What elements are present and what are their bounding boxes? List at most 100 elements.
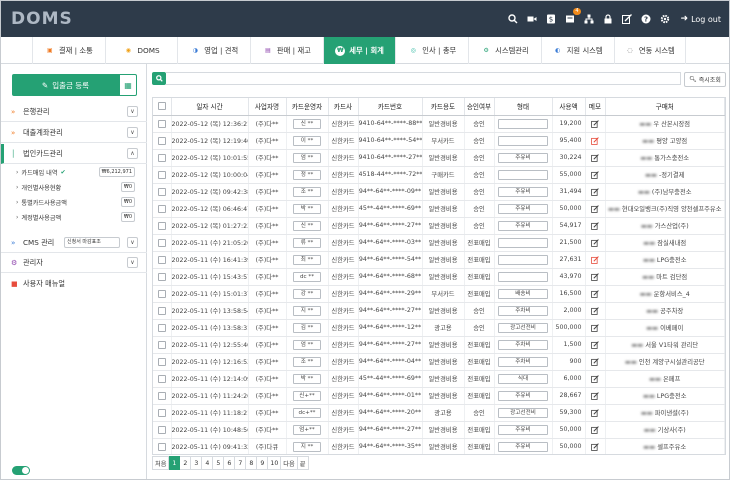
settings-icon[interactable] [660,14,670,24]
memo-edit-icon[interactable] [591,119,599,128]
menu-tab-accounting[interactable]: ₩ 세무 | 회계 [322,37,396,64]
type-field[interactable] [498,169,548,180]
type-field[interactable]: 주유비 [498,186,548,197]
column-header[interactable]: 메모 [585,98,606,116]
card-user-field[interactable]: 신 ** [293,220,321,231]
table-row[interactable]: 2022-05-12 (목) 10:00:04 (주)다** 정 ** 신한카드 451… [153,166,725,184]
page-button[interactable]: 3 [191,456,203,470]
row-checkbox[interactable] [157,442,166,451]
row-select-cell[interactable] [153,370,172,388]
column-header[interactable]: 사업자명 [248,98,287,116]
row-select-cell[interactable] [153,115,172,133]
type-field[interactable]: 주유비 [498,390,548,401]
type-field[interactable] [498,118,548,129]
column-header[interactable]: 사용액 [552,98,586,116]
card-user-field[interactable]: 신 ** [293,118,321,129]
type-field[interactable]: 주차비 [498,356,548,367]
row-select-cell[interactable] [153,404,172,422]
sidebar-item-account-amount[interactable]: › 계정별사용금액 ₩0 [1,210,147,224]
card-user-field[interactable]: 엄 ** [293,152,321,163]
search-bar[interactable] [166,72,681,85]
chevron-down-icon[interactable]: ∨ [127,106,138,117]
table-row[interactable]: 2022-05-11 (수) 16:41:39 (주)다** 최 ** 신한카드 94*… [153,251,725,269]
sidebar-group-cms[interactable]: » CMS 관리 신청서 마감표조 ∨ [1,233,147,253]
row-checkbox[interactable] [157,255,166,264]
table-row[interactable]: 2022-05-11 (수) 21:05:20 (주)다** 류 ** 신한카드 94*… [153,234,725,252]
card-user-field[interactable]: 엄 ** [293,339,321,350]
row-select-cell[interactable] [153,234,172,252]
org-chart-icon[interactable] [584,14,594,24]
type-field[interactable]: 주유비 [498,424,548,435]
dollar-icon[interactable]: $ [546,14,556,24]
page-next-button[interactable]: 다음 [281,456,298,470]
row-checkbox[interactable] [157,153,166,162]
sidebar-group-card[interactable]: │ 법인카드관리 ∧ [1,144,147,164]
chevron-down-icon[interactable]: ∨ [127,257,138,268]
row-checkbox[interactable] [157,187,166,196]
row-select-cell[interactable] [153,353,172,371]
row-checkbox[interactable] [157,340,166,349]
page-button[interactable]: 9 [257,456,269,470]
sidebar-item-manual[interactable]: ■ 사용자 매뉴얼 [1,274,147,294]
row-checkbox[interactable] [157,204,166,213]
memo-edit-icon[interactable] [591,136,599,145]
table-row[interactable]: 2022-05-11 (수) 09:41:32 (주)다큐 지 ** 신한카드 94**… [153,438,725,454]
memo-edit-icon[interactable] [591,442,599,451]
memo-edit-icon[interactable] [591,187,599,196]
sidebar-group-bank[interactable]: » 은행관리 ∨ [1,102,147,122]
row-select-cell[interactable] [153,268,172,286]
memo-edit-icon[interactable] [591,272,599,281]
sidebar-group-admin[interactable]: ⚙ 관리자 ∨ [1,253,147,273]
sidebar-item-card-amount[interactable]: › 통별카드사용금액 ₩0 [1,195,147,209]
table-row[interactable]: 2022-05-11 (수) 12:55:40 (주)다** 엄 ** 신한카드 94*… [153,336,725,354]
notification-icon[interactable]: 4 [565,8,581,24]
card-user-field[interactable]: 지 ** [293,441,321,452]
menu-tab-integration[interactable]: ◌ 연동 시스템 [613,37,687,64]
type-field[interactable]: 주유비 [498,220,548,231]
card-user-field[interactable]: 신+** [293,390,321,401]
help-icon[interactable]: ? [641,14,651,24]
page-button[interactable]: 7 [235,456,247,470]
memo-edit-icon[interactable] [591,425,599,434]
memo-edit-icon[interactable] [591,153,599,162]
chevron-down-icon[interactable]: ∨ [127,237,138,248]
row-checkbox[interactable] [157,357,166,366]
video-icon[interactable] [527,14,537,24]
row-checkbox[interactable] [157,136,166,145]
menu-tab-sales[interactable]: ◑ 영업 | 견적 [177,37,250,64]
memo-edit-icon[interactable] [591,391,599,400]
row-select-cell[interactable] [153,166,172,184]
search-icon[interactable] [507,14,518,24]
sidebar-item-personal-usage[interactable]: › 개인별사용현황 ₩0 [1,180,147,194]
logout-button[interactable]: ➜ Log out [681,14,721,24]
memo-edit-icon[interactable] [591,255,599,264]
menu-tab-hr[interactable]: ◎ 인사 | 총무 [395,37,468,64]
page-button[interactable]: 2 [180,456,192,470]
row-select-cell[interactable] [153,251,172,269]
row-select-cell[interactable] [153,200,172,218]
sidebar-group-loan[interactable]: » 대출계좌관리 ∨ [1,123,147,143]
column-header[interactable]: 카드운영자 [286,98,329,116]
memo-edit-icon[interactable] [591,289,599,298]
quick-search-button[interactable]: 🔍︎ 즉시조회 [684,72,726,87]
menu-tab-inventory[interactable]: ▤ 판매 | 재고 [250,37,323,64]
sidebar-item-card-purchase[interactable]: › 카드매입 내역 ✔ ₩6,212,971 [1,165,147,179]
card-user-field[interactable]: 류 ** [293,237,321,248]
row-select-cell[interactable] [153,285,172,303]
type-field[interactable]: 주유비 [498,441,548,452]
row-checkbox[interactable] [157,221,166,230]
table-row[interactable]: 2022-05-11 (수) 10:48:56 (주)다** 엄+** 신한카드 94*… [153,421,725,439]
page-button[interactable]: 4 [202,456,214,470]
row-select-cell[interactable] [153,387,172,405]
page-button[interactable]: 10 [268,456,282,470]
card-user-field[interactable]: 강 ** [293,288,321,299]
column-header[interactable]: 카드번호 [358,98,423,116]
card-user-field[interactable]: 김 ** [293,322,321,333]
card-user-field[interactable]: 조 ** [293,356,321,367]
type-field[interactable]: 광고선전비 [498,407,548,418]
type-field[interactable]: 식대 [498,373,548,384]
row-checkbox[interactable] [157,374,166,383]
page-button[interactable]: 6 [224,456,236,470]
row-checkbox[interactable] [157,323,166,332]
search-button[interactable] [152,72,166,85]
